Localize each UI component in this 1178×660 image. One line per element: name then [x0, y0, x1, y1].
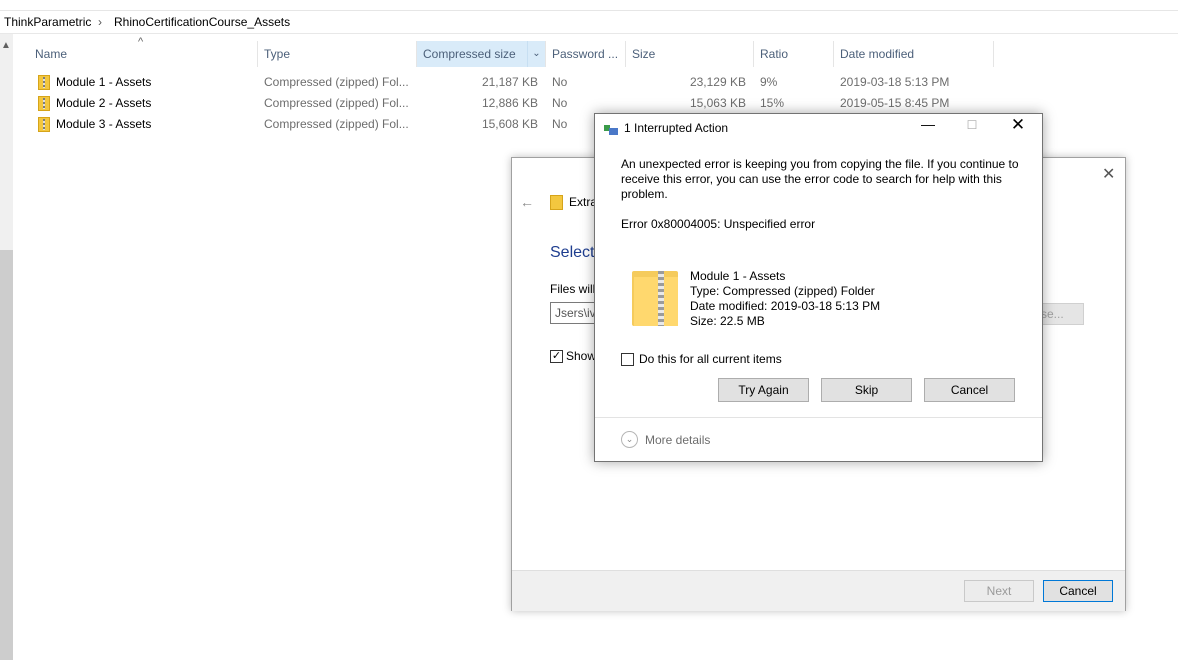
zip-folder-icon: [38, 75, 50, 90]
breadcrumb-item-thinkparametric[interactable]: ThinkParametric: [4, 15, 91, 29]
dialog-divider: [595, 417, 1042, 418]
error-message: An unexpected error is keeping you from …: [621, 157, 1019, 201]
breadcrumb-separator: ›: [98, 15, 102, 29]
column-header-compressed-size-label: Compressed size: [423, 47, 516, 61]
file-type: Compressed (zipped) Fol...: [264, 96, 409, 110]
file-type: Compressed (zipped) Fol...: [264, 117, 409, 131]
column-headers: Name Type Compressed size ⌄ Password ...…: [16, 41, 996, 67]
chevron-down-icon[interactable]: ⌄: [621, 431, 638, 448]
next-button[interactable]: Next: [964, 580, 1034, 602]
column-header-ratio[interactable]: Ratio: [754, 41, 834, 67]
error-code: Error 0x80004005: Unspecified error: [621, 217, 816, 231]
file-name: Module 2 - Assets: [56, 96, 152, 110]
zip-folder-icon: [550, 195, 563, 210]
column-header-date-modified[interactable]: Date modified: [834, 41, 994, 67]
close-icon[interactable]: ✕: [1008, 115, 1028, 135]
zip-folder-icon: [38, 96, 50, 111]
file-name: Module 3 - Assets: [56, 117, 152, 131]
file-row[interactable]: Module 1 - Assets Compressed (zipped) Fo…: [30, 72, 1000, 93]
back-arrow-icon[interactable]: ←: [520, 194, 534, 210]
show-files-label: Show: [566, 349, 597, 363]
file-date-modified: 2019-03-18 5:13 PM: [840, 75, 950, 89]
scroll-up-arrow-icon[interactable]: ▲: [1, 40, 11, 51]
wizard-footer: Next Cancel: [512, 570, 1125, 611]
file-compressed-size: 15,608 KB: [481, 117, 538, 131]
dialog-title: 1 Interrupted Action: [624, 121, 729, 135]
apply-to-all-checkbox[interactable]: [621, 353, 634, 366]
more-details-link[interactable]: More details: [645, 433, 710, 447]
file-password: No: [552, 117, 568, 131]
file-info-name: Module 1 - Assets: [690, 269, 786, 283]
interrupted-action-dialog: 1 Interrupted Action — ☐ ✕ An unexpected…: [594, 113, 1043, 462]
zip-folder-icon: [38, 117, 50, 132]
show-files-checkbox[interactable]: ✓: [550, 350, 563, 363]
zip-folder-icon: [632, 271, 678, 326]
wizard-heading: Select: [550, 244, 595, 261]
file-size: 23,129 KB: [689, 75, 746, 89]
maximize-icon: ☐: [966, 118, 978, 132]
file-info-size: Size: 22.5 MB: [690, 314, 765, 328]
file-info-date: Date modified: 2019-03-18 5:13 PM: [690, 299, 881, 313]
file-name: Module 1 - Assets: [56, 75, 152, 89]
column-header-compressed-size[interactable]: Compressed size ⌄: [417, 41, 546, 67]
apply-to-all-label[interactable]: Do this for all current items: [639, 352, 782, 366]
file-info-type: Type: Compressed (zipped) Folder: [690, 284, 875, 298]
column-header-name[interactable]: Name: [29, 41, 258, 67]
minimize-icon[interactable]: —: [918, 116, 938, 132]
file-date-modified: 2019-05-15 8:45 PM: [840, 96, 950, 110]
column-header-size[interactable]: Size: [626, 41, 754, 67]
file-compressed-size: 12,886 KB: [481, 96, 538, 110]
column-header-type[interactable]: Type: [258, 41, 417, 67]
file-compressed-size: 21,187 KB: [481, 75, 538, 89]
file-ratio: 9%: [760, 75, 778, 89]
file-password: No: [552, 96, 568, 110]
wizard-title: Extra: [569, 195, 598, 209]
file-type: Compressed (zipped) Fol...: [264, 75, 409, 89]
file-copy-icon: [604, 125, 618, 135]
try-again-button[interactable]: Try Again: [718, 378, 809, 402]
scrollbar-thumb[interactable]: [0, 250, 13, 660]
wizard-files-label: Files will: [550, 282, 596, 296]
file-size: 15,063 KB: [689, 96, 746, 110]
column-filter-dropdown-icon[interactable]: ⌄: [527, 41, 545, 67]
explorer-top-strip: [0, 0, 1178, 11]
file-password: No: [552, 75, 568, 89]
column-header-password[interactable]: Password ...: [546, 41, 626, 67]
breadcrumb-item-course-assets[interactable]: RhinoCertificationCourse_Assets: [114, 15, 290, 29]
skip-button[interactable]: Skip: [821, 378, 912, 402]
cancel-button[interactable]: Cancel: [924, 378, 1015, 402]
file-ratio: 15%: [760, 96, 785, 110]
wizard-cancel-button[interactable]: Cancel: [1043, 580, 1113, 602]
close-icon[interactable]: ✕: [1102, 164, 1115, 184]
file-row[interactable]: Module 2 - Assets Compressed (zipped) Fo…: [30, 93, 1000, 114]
breadcrumb: ThinkParametric › RhinoCertificationCour…: [0, 11, 1178, 34]
